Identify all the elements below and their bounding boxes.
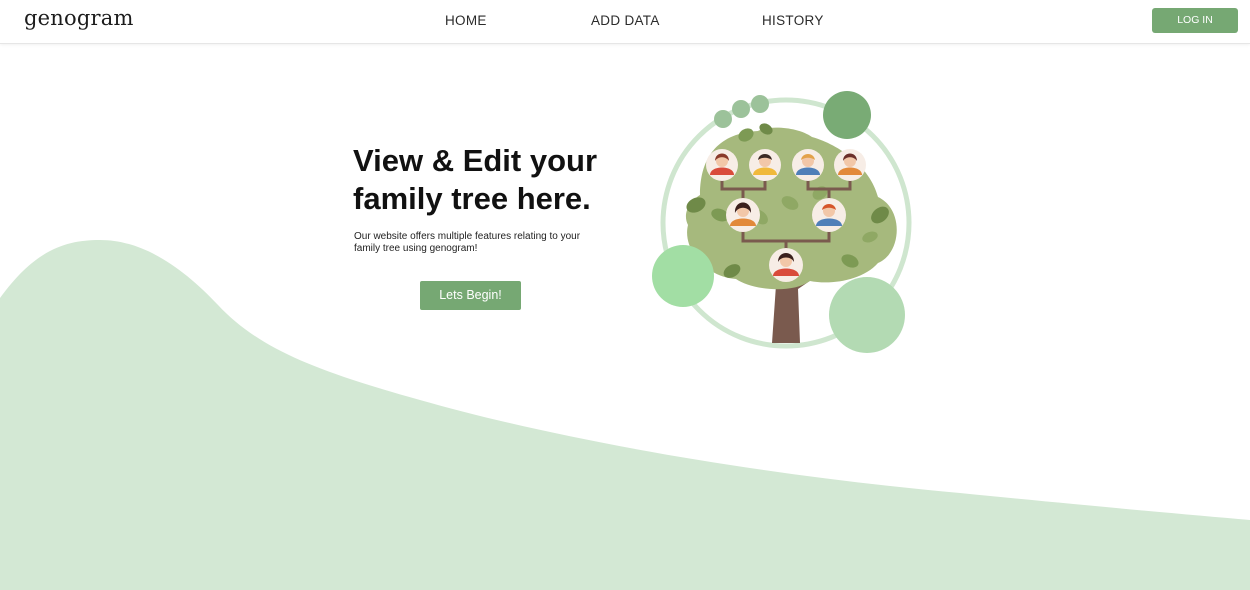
login-button[interactable]: LOG IN [1152, 8, 1238, 33]
top-navbar: genogram HOME ADD DATA HISTORY LOG IN [0, 0, 1250, 44]
hero-title: View & Edit your family tree here. [353, 142, 653, 218]
landing-page: genogram HOME ADD DATA HISTORY LOG IN Vi… [0, 0, 1250, 590]
nav-home-link[interactable]: HOME [445, 13, 487, 28]
nav-history-link[interactable]: HISTORY [762, 13, 824, 28]
family-tree-illustration [652, 91, 912, 353]
hero-description: Our website offers multiple features rel… [354, 231, 581, 254]
background-wave [0, 240, 1250, 590]
hero-title-line-1: View & Edit your [353, 143, 598, 178]
site-logo[interactable]: genogram [24, 6, 134, 30]
hero-title-line-2: family tree here. [353, 181, 591, 216]
lets-begin-button[interactable]: Lets Begin! [420, 281, 521, 310]
nav-add-data-link[interactable]: ADD DATA [591, 13, 660, 28]
